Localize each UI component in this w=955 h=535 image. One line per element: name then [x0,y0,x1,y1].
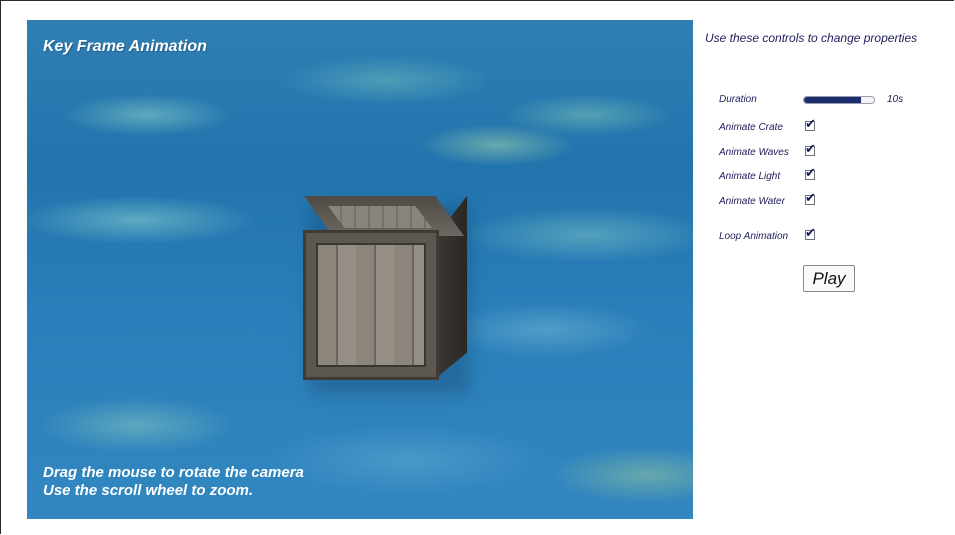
checkbox[interactable]: ✔ [805,191,816,205]
checkbox-label: Animate Crate [719,122,783,133]
checkbox-label: Loop Animation [719,231,789,242]
checkbox[interactable]: ✔ [805,226,816,240]
duration-label: Duration [719,94,757,105]
checkmark-icon: ✔ [805,116,816,131]
duration-slider[interactable] [803,96,875,104]
checkbox-row: Animate Waves ✔ [719,142,829,160]
play-button[interactable]: Play [803,265,855,292]
duration-value: 10s [887,94,904,105]
crate-front-face [303,230,439,380]
help-line-rotate: Drag the mouse to rotate the camera [43,464,304,481]
controls-heading: Use these controls to change properties [705,31,918,45]
checkmark-icon: ✔ [805,141,816,156]
checkmark-icon: ✔ [805,190,816,205]
checkbox[interactable]: ✔ [805,166,816,180]
checkbox-row: Animate Crate ✔ [719,117,829,135]
scene-title: Key Frame Animation [43,38,207,55]
checkbox-label: Animate Water [719,196,785,207]
checkbox[interactable]: ✔ [805,142,816,156]
help-text: Drag the mouse to rotate the camera Use … [43,464,304,500]
3d-canvas[interactable]: Key Frame Animation Drag the mouse to ro… [27,20,693,519]
checkbox-row: Animate Water ✔ [719,191,829,209]
checkbox-row: Loop Animation ✔ [719,226,829,244]
checkbox[interactable]: ✔ [805,117,816,131]
checkbox-label: Animate Light [719,171,781,182]
checkbox-label: Animate Waves [719,147,789,158]
checkmark-icon: ✔ [805,165,816,180]
help-line-zoom: Use the scroll wheel to zoom. [43,482,254,499]
duration-slider-fill [804,97,862,103]
checkmark-icon: ✔ [805,225,816,240]
checkbox-row: Animate Light ✔ [719,166,829,184]
